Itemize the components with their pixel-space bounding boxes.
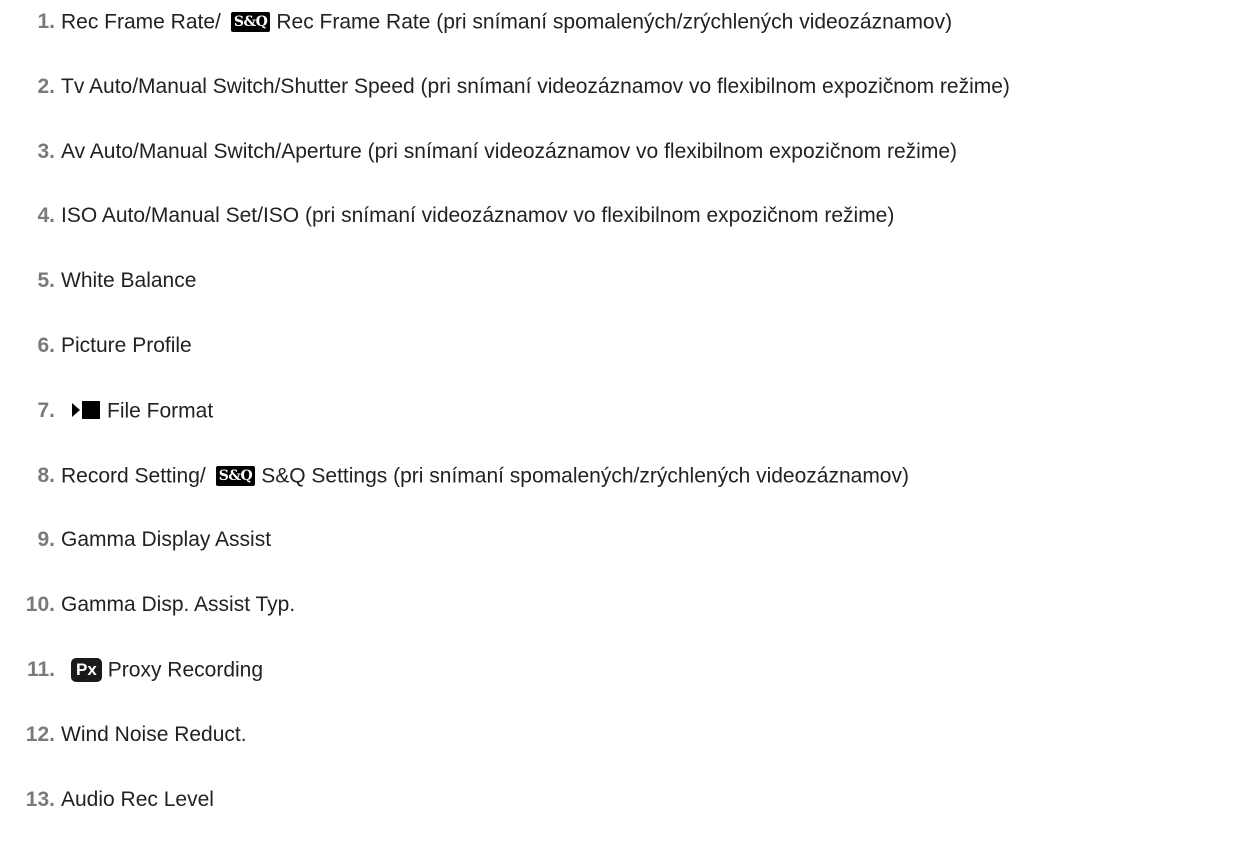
proxy-badge-icon: Px [71, 658, 102, 683]
item-text-after: Rec Frame Rate (pri snímaní spomalených/… [276, 10, 953, 34]
item-number: 6. [37, 333, 55, 357]
item-text: Gamma Display Assist [61, 528, 272, 552]
list-item: 10. Gamma Disp. Assist Typ. [0, 590, 1238, 655]
list-item: 4. ISO Auto/Manual Set/ISO (pri snímaní … [0, 201, 1238, 266]
settings-list: 1. Rec Frame Rate/S&Q Rec Frame Rate (pri… [0, 7, 1238, 849]
list-item: 11. Px Proxy Recording [0, 655, 1238, 720]
item-text: Wind Noise Reduct. [61, 722, 247, 746]
list-item: 2. Tv Auto/Manual Switch/Shutter Speed (… [0, 72, 1238, 137]
list-item: 12. Wind Noise Reduct. [0, 720, 1238, 785]
list-item: 8. Record Setting/S&Q S&Q Settings (pri s… [0, 461, 1238, 526]
item-number: 5. [37, 269, 55, 293]
item-text: Gamma Disp. Assist Typ. [61, 593, 296, 617]
item-number: 10. [25, 593, 55, 617]
item-text: Av Auto/Manual Switch/Aperture (pri sním… [61, 139, 958, 163]
item-number: 7. [37, 398, 55, 422]
item-text: White Balance [61, 269, 197, 293]
sq-badge-icon: S&Q [215, 466, 256, 487]
item-text-after: S&Q Settings (pri snímaní spomalených/zr… [261, 464, 909, 488]
item-text: File Format [61, 396, 213, 426]
item-number: 11. [26, 657, 55, 681]
item-text-before: Record Setting/ [61, 464, 206, 488]
item-number: 3. [37, 139, 55, 163]
list-item: 7. File Format [0, 396, 1238, 461]
movie-icon [72, 400, 100, 419]
list-item: 1. Rec Frame Rate/S&Q Rec Frame Rate (pri… [0, 7, 1238, 72]
list-item: 6. Picture Profile [0, 331, 1238, 396]
sq-badge-icon: S&Q [230, 12, 271, 33]
item-number: 4. [37, 204, 55, 228]
item-text-before: Rec Frame Rate/ [61, 10, 221, 34]
item-number: 9. [37, 528, 55, 552]
list-item: 3. Av Auto/Manual Switch/Aperture (pri s… [0, 137, 1238, 202]
item-number: 13. [25, 787, 55, 811]
item-text: Audio Rec Level [61, 787, 214, 811]
item-text: Rec Frame Rate/S&Q Rec Frame Rate (pri sn… [61, 7, 952, 37]
item-number: 1. [37, 10, 55, 33]
item-text: Px Proxy Recording [61, 655, 263, 685]
item-text: Picture Profile [61, 333, 192, 357]
item-text: Tv Auto/Manual Switch/Shutter Speed (pri… [61, 74, 1010, 98]
item-text-after: File Format [107, 399, 214, 423]
list-item: 13. Audio Rec Level [0, 785, 1238, 850]
list-item: 9. Gamma Display Assist [0, 525, 1238, 590]
item-number: 12. [25, 722, 55, 746]
item-text-after: Proxy Recording [107, 658, 264, 682]
item-text: ISO Auto/Manual Set/ISO (pri snímaní vid… [61, 204, 895, 228]
item-text: Record Setting/S&Q S&Q Settings (pri sním… [61, 461, 909, 491]
item-number: 8. [37, 463, 55, 487]
item-number: 2. [37, 74, 55, 98]
list-item: 5. White Balance [0, 266, 1238, 331]
